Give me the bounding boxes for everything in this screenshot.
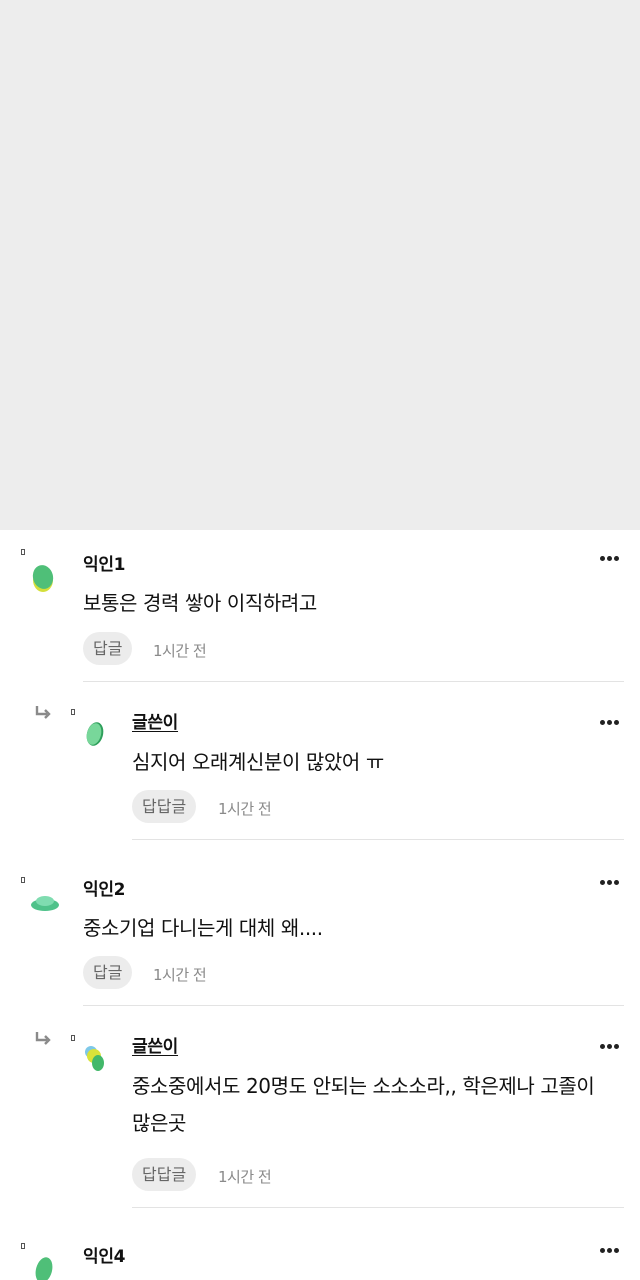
more-options-icon[interactable]	[600, 1238, 622, 1253]
comment-reply-item: 글쓴이 중소중에서도 20명도 안되는 소소소라,, 학은제나 고졸이 많은곳 …	[0, 1006, 640, 1208]
reply-arrow-icon	[35, 1032, 51, 1045]
comment-author[interactable]: 익인1	[83, 550, 126, 575]
comment-reply-item: 글쓴이 심지어 오래계신분이 많았어 ㅠ 답답글 1시간 전	[0, 682, 640, 840]
comment-author[interactable]: 익인4	[83, 1242, 126, 1267]
comment-author[interactable]: 글쓴이	[132, 1032, 178, 1057]
more-options-icon[interactable]	[600, 710, 622, 725]
more-options-icon[interactable]	[600, 546, 622, 561]
comment-author[interactable]: 익인2	[83, 875, 126, 900]
comment-marker	[21, 549, 25, 555]
avatar	[85, 1046, 104, 1071]
reply-button[interactable]: 답글	[83, 632, 133, 665]
comment-marker	[21, 1243, 25, 1249]
avatar	[32, 565, 54, 592]
comment-timestamp: 1시간 전	[218, 800, 272, 818]
comment-item: 익인1 보통은 경력 쌓아 이직하려고 답글 1시간 전	[0, 530, 640, 682]
comment-text: 심지어 오래계신분이 많았어 ㅠ	[132, 750, 384, 774]
comment-text: 중소중에서도 20명도 안되는 소소소라,, 학은제나 고졸이 많은곳	[132, 1074, 595, 1135]
comment-marker	[71, 709, 75, 715]
comment-text: 중소기업 다니는게 대체 왜....	[83, 916, 323, 940]
comment-timestamp: 1시간 전	[218, 1168, 272, 1186]
comment-item: 익인2 중소기업 다니는게 대체 왜.... 답글 1시간 전	[0, 840, 640, 1006]
comment-marker	[71, 1035, 75, 1041]
avatar	[86, 722, 104, 746]
reply-button[interactable]: 답글	[83, 956, 133, 989]
avatar	[31, 896, 59, 911]
comment-author[interactable]: 글쓴이	[132, 708, 178, 733]
comment-item: 익인4	[0, 1208, 640, 1280]
avatar	[35, 1257, 53, 1280]
post-image-placeholder	[0, 0, 640, 530]
more-options-icon[interactable]	[600, 1034, 622, 1049]
comment-timestamp: 1시간 전	[153, 966, 207, 984]
reply-button[interactable]: 답답글	[132, 1158, 197, 1191]
comment-timestamp: 1시간 전	[153, 642, 207, 660]
more-options-icon[interactable]	[600, 870, 622, 885]
reply-button[interactable]: 답답글	[132, 790, 197, 823]
reply-arrow-icon	[35, 706, 51, 719]
comment-marker	[21, 877, 25, 883]
comment-text: 보통은 경력 쌓아 이직하려고	[83, 591, 317, 615]
